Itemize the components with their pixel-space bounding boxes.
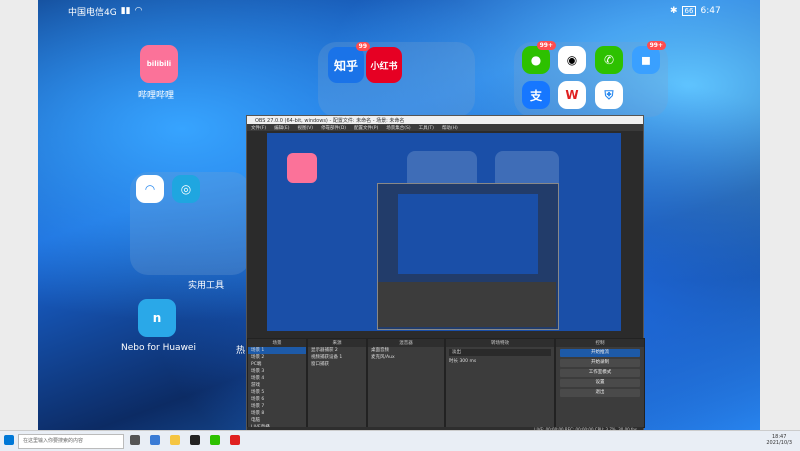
taskbar-clock: 18:47 2021/10/3 (766, 434, 792, 446)
scene-list[interactable]: 场景 1场景 2PC端场景 3场景 4游戏场景 5场景 6场景 7场景 8电脑L… (248, 347, 306, 438)
control-buttons[interactable]: 开始推流开始录制工作室模式设置退出 (556, 349, 644, 397)
taskview-icon[interactable] (130, 435, 140, 445)
scene-item[interactable]: PC端 (248, 361, 306, 368)
control-button[interactable]: 开始推流 (560, 349, 640, 357)
preview-bilibili (287, 153, 317, 183)
scene-item[interactable]: 场景 8 (248, 410, 306, 417)
mixer-list[interactable]: 桌面音频 麦克风/Aux (368, 347, 444, 361)
obs-menu-item[interactable]: 编辑(E) (274, 125, 289, 131)
scenes-header: 场景 (248, 339, 306, 347)
status-right: ✱ 66 6:47 (670, 4, 721, 18)
wps-app[interactable]: W (558, 81, 586, 109)
control-button[interactable]: 开始录制 (560, 359, 640, 367)
mixer-channel[interactable]: 麦克风/Aux (368, 354, 444, 361)
obs-preview (267, 133, 621, 331)
wechat-app[interactable]: ● 99+ (522, 41, 556, 74)
explorer-icon[interactable] (170, 435, 180, 445)
obs-window[interactable]: OBS 27.0.0 (64-bit, windows) - 配置文件: 未命名… (246, 115, 645, 437)
transition-duration[interactable]: 时长 300 ms (446, 358, 554, 365)
browser-app[interactable]: ◎ (172, 175, 200, 203)
bilibili-app[interactable]: bilibili (140, 45, 178, 83)
source-item[interactable]: 视频捕获设备 1 (308, 354, 366, 361)
taskbar-search[interactable]: 在这里输入你要搜索的内容 (18, 434, 124, 449)
mixer-header: 混音器 (368, 339, 444, 347)
obs-menu-item[interactable]: 视图(V) (297, 125, 313, 131)
nebo-app[interactable]: n (138, 299, 176, 337)
obs-title: OBS 27.0.0 (64-bit, windows) - 配置文件: 未命名… (247, 116, 643, 124)
right-margin (760, 0, 800, 430)
scene-item[interactable]: 电脑 (248, 417, 306, 424)
obs-menu-item[interactable]: 场景集合(S) (386, 125, 410, 131)
transitions-header: 转场特效 (446, 339, 554, 347)
qq-icon: ◉ (566, 53, 578, 67)
scene-item[interactable]: 场景 2 (248, 354, 306, 361)
edge-icon[interactable] (150, 435, 160, 445)
app-icon[interactable] (230, 435, 240, 445)
zhihu-app[interactable]: 知乎 99 (328, 42, 370, 83)
partial-label: 热 (236, 346, 246, 356)
transition-select[interactable]: 淡出 (449, 349, 551, 356)
scenes-dock: 场景 场景 1 场景 2 PC端 场景 3 场景 4 游戏 场景 5 场景 6 场景 7 场景 8… (247, 338, 307, 437)
ai-app[interactable]: ◠ (136, 175, 164, 203)
mixer-channel[interactable]: 桌面音频 (368, 347, 444, 354)
obs-menubar: 文件(F) 编辑(E) 视图(V) 停靠部件(D) 配置文件(P) 场景集合(S) 工具(T… (247, 124, 643, 131)
control-button[interactable]: 设置 (560, 379, 640, 387)
scene-item[interactable]: 场景 4 (248, 375, 306, 382)
obs-menu-item[interactable]: 文件(F) (251, 125, 266, 131)
wifi-icon: ◠ (134, 6, 143, 16)
bluetooth-icon: ✱ (670, 6, 678, 16)
globe-icon: ◎ (180, 182, 192, 196)
controls-header: 控制 (556, 339, 644, 347)
nested-docks (378, 282, 556, 327)
signal-icon: ▮▮ (120, 6, 131, 16)
battery-icon: 66 (681, 6, 697, 16)
qq-app[interactable]: ◉ (558, 46, 586, 74)
clock: 6:47 (700, 6, 721, 16)
messages-app[interactable]: ◼ 99+ (632, 41, 666, 74)
obs-menu-item[interactable]: 配置文件(P) (354, 125, 378, 131)
bilibili-label: 哔哩哔哩 (138, 91, 175, 101)
xiaohongshu-app[interactable]: 小红书 (366, 47, 402, 83)
message-icon: ◼ (641, 53, 651, 67)
phone-icon: ✆ (603, 53, 615, 67)
start-icon[interactable] (4, 435, 14, 445)
carrier-label: 中国电信4G (68, 7, 117, 18)
nebo-label: Nebo for Huawei (121, 343, 196, 353)
scene-item[interactable]: 场景 6 (248, 396, 306, 403)
source-item[interactable]: 窗口捕获 (308, 361, 366, 368)
scene-item[interactable]: 场景 5 (248, 389, 306, 396)
controls-dock: 控制 开始推流开始录制工作室模式设置退出 (555, 338, 645, 428)
obs-menu-item[interactable]: 工具(T) (419, 125, 434, 131)
arc-icon: ◠ (145, 182, 155, 196)
nested-obs (377, 183, 559, 330)
obs-icon[interactable] (190, 435, 200, 445)
obs-menu-item[interactable]: 帮助(H) (442, 125, 458, 131)
windows-taskbar: 在这里输入你要搜索的内容 18:47 2021/10/3 (0, 430, 800, 451)
sources-dock: 来源 显示器捕获 2 视频捕获设备 1 窗口捕获 (307, 338, 367, 428)
scene-item[interactable]: 场景 7 (248, 403, 306, 410)
scene-item[interactable]: 场景 3 (248, 368, 306, 375)
status-left: 中国电信4G ▮▮ ◠ (68, 4, 142, 18)
nested-preview (398, 194, 538, 274)
sources-header: 来源 (308, 339, 366, 347)
source-list[interactable]: 显示器捕获 2 视频捕获设备 1 窗口捕获 (308, 347, 366, 368)
obs-menu-item[interactable]: 停靠部件(D) (321, 125, 346, 131)
control-button[interactable]: 工作室模式 (560, 369, 640, 377)
scene-item[interactable]: 场景 1 (248, 347, 306, 354)
transitions-dock: 转场特效 淡出 时长 300 ms (445, 338, 555, 428)
mixer-dock: 混音器 桌面音频 麦克风/Aux (367, 338, 445, 428)
control-button[interactable]: 退出 (560, 389, 640, 397)
shield-icon: ⛨ (604, 87, 614, 102)
scene-item[interactable]: 游戏 (248, 382, 306, 389)
left-margin (0, 0, 38, 430)
source-item[interactable]: 显示器捕获 2 (308, 347, 366, 354)
security-app[interactable]: ⛨ (595, 81, 623, 109)
phone-app[interactable]: ✆ (595, 46, 623, 74)
alipay-app[interactable]: 支 (522, 81, 550, 109)
wechat-icon: ● (530, 53, 542, 67)
wechat-taskbar-icon[interactable] (210, 435, 220, 445)
folder-tools-label: 实用工具 (188, 281, 225, 291)
